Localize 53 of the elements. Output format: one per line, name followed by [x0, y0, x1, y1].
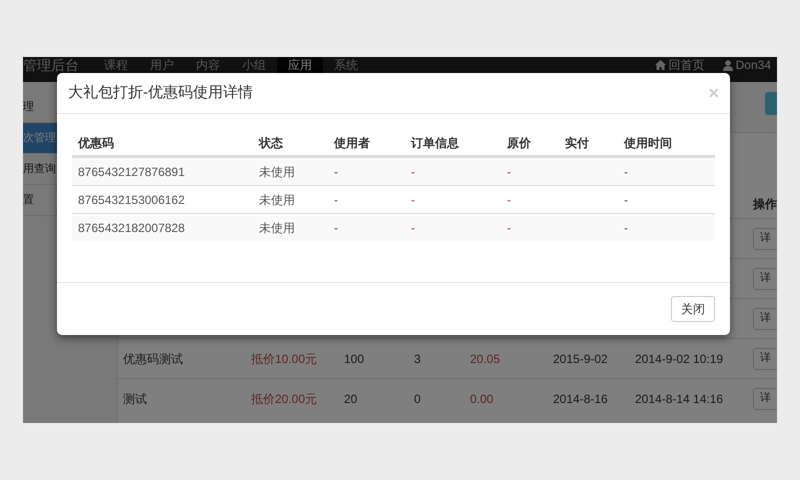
home-link[interactable]: 回首页	[668, 59, 705, 71]
table-cell: 8765432153006162	[78, 192, 185, 206]
table-cell-text: 0	[414, 390, 422, 408]
table-cell-text: 抵价10.00元	[251, 350, 318, 368]
table-cell-text: 2014-8-16	[553, 390, 609, 408]
table-cell-text: 2014-9-02 10:19	[635, 350, 724, 368]
table-cell-text: 20	[344, 390, 358, 408]
table-cell: -	[411, 220, 415, 234]
table-cell: 未使用	[259, 164, 295, 178]
table-cell: -	[507, 164, 511, 178]
close-button[interactable]: 关闭	[671, 296, 715, 322]
table-cell: 8765432182007828	[78, 220, 185, 234]
home-icon	[654, 60, 666, 70]
column-header: 使用者	[334, 136, 370, 150]
brand-title[interactable]: 管理后台	[23, 58, 79, 72]
table-cell: -	[624, 192, 628, 206]
table-cell: -	[507, 192, 511, 206]
column-header: 状态	[259, 136, 283, 150]
column-header: 使用时间	[624, 136, 672, 150]
table-cell: -	[411, 192, 415, 206]
table-cell: -	[334, 220, 338, 234]
table-cell-text: 2014-8-14 14:16	[635, 390, 724, 408]
table-cell: 未使用	[259, 192, 295, 206]
details-button[interactable]: 详	[753, 228, 777, 250]
column-header: 实付	[565, 136, 589, 150]
toolbar-button[interactable]	[765, 92, 777, 115]
table-cell: -	[411, 164, 415, 178]
table-cell: 未使用	[259, 220, 295, 234]
table-cell: -	[507, 220, 511, 234]
details-button[interactable]: 详	[753, 388, 777, 410]
table-cell-text: 20.05	[470, 350, 502, 368]
modal-title: 大礼包打折-优惠码使用详情	[68, 82, 253, 103]
table-cell-text: 0.00	[470, 390, 494, 408]
table-cell-text: 优惠码测试	[122, 350, 184, 368]
details-button[interactable]: 详	[753, 268, 777, 290]
table-cell-text: 3	[414, 350, 422, 368]
column-header: 优惠码	[78, 136, 114, 150]
table-cell: -	[624, 220, 628, 234]
table-cell-text: 100	[344, 350, 366, 368]
column-header: 原价	[507, 136, 531, 150]
table-cell: 8765432127876891	[78, 164, 185, 178]
user-link[interactable]: Don34	[736, 59, 771, 71]
column-header: 操作	[753, 196, 777, 213]
column-header: 订单信息	[411, 136, 459, 150]
user-icon	[722, 60, 733, 70]
table-cell-text: 2015-9-02	[553, 350, 609, 368]
table-cell-text: 测试	[122, 390, 148, 408]
table-cell: -	[334, 192, 338, 206]
table-cell: -	[334, 164, 338, 178]
details-button[interactable]: 详	[753, 348, 777, 370]
table-cell: -	[624, 164, 628, 178]
table-cell-text: 抵价20.00元	[251, 390, 318, 408]
details-button[interactable]: 详	[753, 308, 777, 330]
